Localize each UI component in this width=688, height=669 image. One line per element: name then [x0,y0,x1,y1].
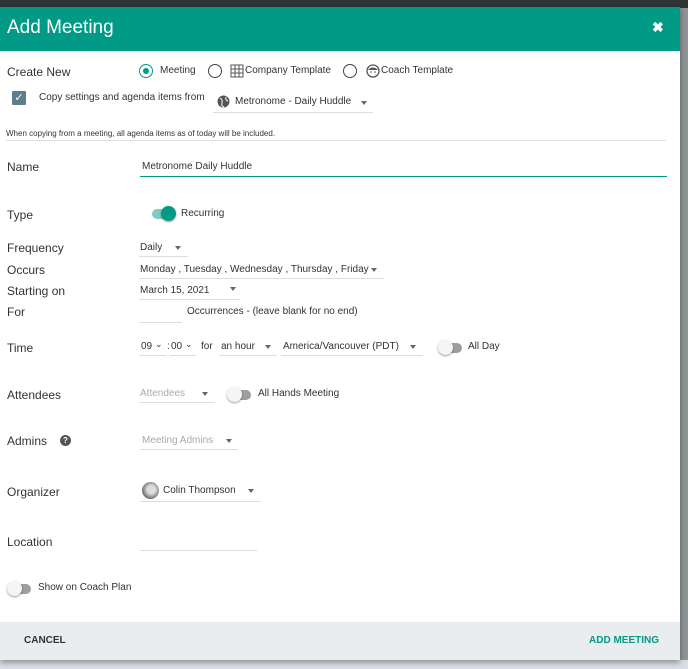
hour-value: 09 [141,341,153,352]
timezone-value: America/Vancouver (PDT) [283,341,399,352]
all-hands-label: All Hands Meeting [258,388,340,399]
copy-checkbox[interactable]: ✓ [12,91,26,105]
all-hands-toggle[interactable] [227,387,251,402]
globe-icon [217,95,230,108]
radio-meeting[interactable] [139,64,153,78]
chevron-down-icon [230,287,236,291]
dialog-header: Add Meeting ✖ [0,7,680,51]
recurring-toggle[interactable] [152,206,176,221]
create-new-label: Create New [7,65,71,79]
occurrences-input[interactable] [139,305,182,323]
copy-note: When copying from a meeting, all agenda … [6,129,276,138]
name-label: Name [7,160,40,174]
occurs-select[interactable]: Monday , Tuesday , Wednesday , Thursday … [139,261,384,279]
coach-face-icon [366,64,380,78]
attendees-label: Attendees [7,388,62,402]
copy-source-select[interactable]: Metronome - Daily Huddle [213,93,373,113]
duration-select[interactable]: an hour [219,338,277,356]
copy-label: Copy settings and agenda items from [39,92,205,103]
hour-select[interactable]: 09 ⌄ [139,338,166,356]
location-label: Location [7,535,53,549]
organizer-value: Colin Thompson [163,485,236,496]
dialog-title: Add Meeting [7,17,114,38]
for-label: For [7,305,25,319]
minute-value: 00 [171,341,183,352]
chevron-down-icon [265,345,271,349]
radio-coach-template-label: Coach Template [381,65,454,76]
all-day-toggle[interactable] [438,340,462,355]
chevron-down-icon: ⌄ [155,339,163,349]
radio-coach-template[interactable] [343,64,357,78]
chevron-down-icon [226,439,232,443]
admins-placeholder: Meeting Admins [142,435,214,446]
chevron-down-icon [361,101,367,105]
starting-value: March 15, 2021 [140,285,210,296]
backdrop-bottom [0,660,688,669]
starting-label: Starting on [7,284,66,298]
add-meeting-dialog: Add Meeting ✖ Create New Meeting Company… [0,7,680,660]
building-icon [230,64,244,78]
admins-select[interactable]: Meeting Admins [140,432,238,450]
dialog-footer: CANCEL ADD MEETING [0,622,680,660]
avatar [142,482,159,499]
radio-company-template[interactable] [208,64,222,78]
frequency-value: Daily [140,242,163,253]
occurs-value: Monday , Tuesday , Wednesday , Thursday … [140,264,369,275]
all-day-label: All Day [468,341,500,352]
chevron-down-icon [410,345,416,349]
cancel-button[interactable]: CANCEL [24,635,66,646]
organizer-label: Organizer [7,485,60,499]
occurrences-suffix: Occurrences - (leave blank for no end) [187,306,358,317]
for-word: for [201,341,213,352]
coach-plan-toggle[interactable] [7,581,31,596]
location-input[interactable] [140,533,257,551]
attendees-placeholder: Attendees [140,388,186,399]
frequency-label: Frequency [7,241,64,255]
organizer-select[interactable]: Colin Thompson [140,481,261,502]
name-input[interactable]: Metronome Daily Huddle [140,157,667,177]
chevron-down-icon [248,489,254,493]
recurring-label: Recurring [181,208,225,219]
minute-select[interactable]: 00 ⌄ [170,338,196,356]
divider [6,140,666,141]
name-value: Metronome Daily Huddle [142,161,253,172]
type-label: Type [7,208,34,222]
occurs-label: Occurs [7,263,46,277]
coach-plan-label: Show on Coach Plan [38,582,132,593]
attendees-select[interactable]: Attendees [139,385,215,403]
chevron-down-icon [175,246,181,250]
copy-source-value: Metronome - Daily Huddle [235,96,352,107]
backdrop [680,8,688,669]
radio-company-template-label: Company Template [245,65,331,76]
close-icon[interactable]: ✖ [652,19,664,36]
timezone-select[interactable]: America/Vancouver (PDT) [281,338,423,356]
radio-meeting-label: Meeting [160,65,196,76]
duration-value: an hour [221,341,255,352]
chevron-down-icon [202,392,208,396]
chevron-down-icon: ⌄ [185,339,193,349]
time-label: Time [7,341,34,355]
chevron-down-icon [371,268,377,272]
add-meeting-button[interactable]: ADD MEETING [589,635,659,646]
frequency-select[interactable]: Daily [139,239,188,257]
starting-date-picker[interactable]: March 15, 2021 [139,282,240,300]
admins-label: Admins [7,434,48,448]
help-icon[interactable]: ? [60,435,71,446]
